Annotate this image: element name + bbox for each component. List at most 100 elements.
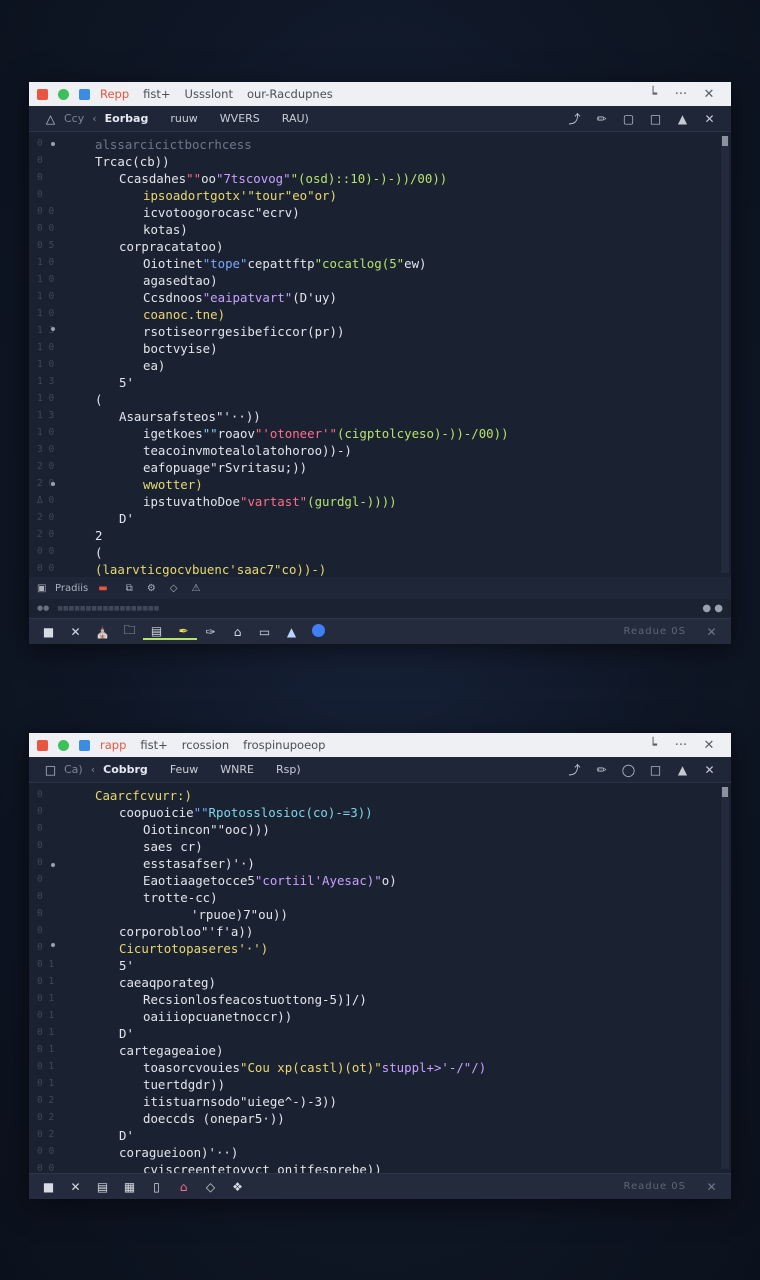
fold-marker-icon[interactable] xyxy=(51,482,55,486)
code-line[interactable]: Cicurtotopaseres'·') xyxy=(119,940,268,957)
code-line[interactable]: toasorcvouies"Cou xp(castl)(ot)"stuppl+>… xyxy=(143,1059,486,1076)
triangle-icon[interactable]: ▲ xyxy=(278,625,305,639)
code-line[interactable]: ( xyxy=(95,544,102,561)
code-line[interactable]: boctvyise) xyxy=(143,340,218,357)
square-icon[interactable]: □ xyxy=(37,763,64,777)
code-line[interactable]: cviscreentetoyvct onitfesprebe)) xyxy=(143,1161,382,1173)
code-line[interactable]: itistuarnsodo"uiege^-)-3)) xyxy=(143,1093,337,1110)
code-line[interactable]: eafopuage"rSvritasu;)) xyxy=(143,459,307,476)
code-line[interactable]: Ccasdahes""oo"7tscovog""(osd)::10)-)-))/… xyxy=(119,170,447,187)
code-line[interactable]: esstasafser)'·) xyxy=(143,855,255,872)
tab-racdupnes[interactable]: our-Racdupnes xyxy=(247,87,333,101)
more-icon[interactable]: ● ● xyxy=(702,603,723,614)
document-icon[interactable]: ▯ xyxy=(143,1180,170,1194)
code-line[interactable]: coopuoicie""Rpotosslosioc(co)-=3)) xyxy=(119,804,373,821)
save-icon[interactable]: ▤ xyxy=(143,624,170,640)
code-line[interactable]: ipsoadortgotx'"tour"eo"or) xyxy=(143,187,337,204)
warning-icon[interactable]: ⚠ xyxy=(191,583,200,594)
code-line[interactable]: Trcac(cb)) xyxy=(95,153,170,170)
code-line[interactable]: igetkoes""roaov"'otoneer'"(cigptolcyeso)… xyxy=(143,425,509,442)
code-line[interactable]: doeccds (onepar5·)) xyxy=(143,1110,285,1127)
code-line[interactable]: teacoinvmotealolatohoroo))-) xyxy=(143,442,352,459)
toolbar-item-rsp[interactable]: Rsp) xyxy=(276,763,301,776)
brush-icon[interactable]: ✏ xyxy=(588,763,615,777)
home-icon[interactable]: ⌂ xyxy=(170,1180,197,1194)
code-line[interactable]: 2 xyxy=(95,527,102,544)
bell-icon[interactable]: ▲ xyxy=(669,763,696,777)
code-line[interactable]: coanoc.tne) xyxy=(143,306,225,323)
fold-marker-icon[interactable] xyxy=(51,943,55,947)
code-line[interactable]: corporobloo"'f'a)) xyxy=(119,923,253,940)
gear-icon[interactable]: ⚙ xyxy=(147,583,156,594)
pen-icon[interactable]: ✒ xyxy=(170,624,197,640)
window-icon[interactable]: ▭ xyxy=(251,625,278,639)
app-red-icon[interactable] xyxy=(37,88,48,100)
tab-fist[interactable]: fist+ xyxy=(143,87,170,101)
close-icon[interactable]: ✕ xyxy=(698,1180,725,1194)
fold-marker-icon[interactable] xyxy=(51,142,55,146)
code-line[interactable]: Recsionlosfeacostuottong-5)]/) xyxy=(143,991,367,1008)
chevron-left-icon[interactable]: ‹ xyxy=(92,112,96,125)
code-line[interactable]: wwotter) xyxy=(143,476,203,493)
close-icon[interactable]: ✕ xyxy=(62,1180,89,1194)
scroll-thumb[interactable] xyxy=(722,136,728,146)
tray-icon[interactable]: ▤ xyxy=(89,1180,116,1194)
code-editor[interactable]: 0 0 0 0 0 0 0 0 0 0 0 1 0 1 0 1 0 1 0 1 0 1 0 1 0 1 0 2 0 2… xyxy=(29,783,731,1173)
code-line[interactable]: kotas) xyxy=(143,221,188,238)
calendar-icon[interactable]: ▦ xyxy=(116,1180,143,1194)
code-line[interactable]: (laarvticgocvbuenc'saac7"co))-) xyxy=(95,561,326,577)
window-icon[interactable]: □ xyxy=(642,763,669,777)
code-line[interactable]: cartegageaioe) xyxy=(119,1042,223,1059)
copy-icon[interactable]: ⧉ xyxy=(126,583,133,594)
stop-icon[interactable]: ■ xyxy=(35,625,62,639)
toolbar-item-eorbag[interactable]: Eorbag xyxy=(105,112,149,125)
toolbar-item-ruuw[interactable]: ruuw xyxy=(170,112,197,125)
stop-icon[interactable]: ■ xyxy=(35,1180,62,1194)
close-icon[interactable]: ✕ xyxy=(62,625,89,639)
code-line[interactable]: Asaursafsteos"'··)) xyxy=(119,408,261,425)
code-line[interactable]: D' xyxy=(119,510,134,527)
arrow-icon[interactable]: ⤴ xyxy=(561,761,588,778)
toolbar-item-wnre[interactable]: WNRE xyxy=(220,763,254,776)
close-icon[interactable]: ✕ xyxy=(695,738,723,753)
code-line[interactable]: D' xyxy=(119,1127,134,1144)
code-line[interactable]: ipstuvathoDoe"vartast"(gurdgl-)))) xyxy=(143,493,397,510)
code-line[interactable]: caeaqporateg) xyxy=(119,974,216,991)
code-line[interactable]: ea) xyxy=(143,357,165,374)
panel-icon[interactable]: ▣ xyxy=(37,583,55,594)
code-line[interactable]: Caarcfcvurr:) xyxy=(95,787,192,804)
fold-marker-icon[interactable] xyxy=(51,863,55,867)
toolbar-item-rau[interactable]: RAU) xyxy=(282,112,309,125)
code-line[interactable]: saes cr) xyxy=(143,838,203,855)
house-icon[interactable]: ⌂ xyxy=(224,625,251,639)
code-line[interactable]: ( xyxy=(95,391,102,408)
close-icon[interactable]: ✕ xyxy=(696,763,723,777)
code-line[interactable]: 'rpuoe)7"ou)) xyxy=(191,906,288,923)
tab-rapp[interactable]: rapp xyxy=(100,738,126,752)
toolbar-item-ca[interactable]: Ca) xyxy=(64,763,83,776)
code-line[interactable]: Ccsdnoos"eaipatvart"(D'uy) xyxy=(143,289,337,306)
code-editor[interactable]: 0 0 0 0 0 0 0 0 0 5 1 0 1 0 1 0 1 0 1 3 1 0 1 0 1 3 1 0… xyxy=(29,132,731,577)
brush-icon[interactable]: ✑ xyxy=(197,625,224,639)
code-line[interactable]: icvotoogorocasc"ecrv) xyxy=(143,204,300,221)
code-line[interactable]: oaiiiopcuanetnoccr)) xyxy=(143,1008,292,1025)
code-line[interactable]: Eaotiaagetocce5"cortiil'Ayesac)"o) xyxy=(143,872,397,889)
code-line[interactable]: 5' xyxy=(119,374,134,391)
tab-fist[interactable]: fist+ xyxy=(140,738,167,752)
tab-frospinupoeop[interactable]: frospinupoeop xyxy=(243,738,325,752)
more-icon[interactable]: ··· xyxy=(667,738,695,753)
close-icon[interactable]: ✕ xyxy=(696,112,723,126)
close-icon[interactable]: ✕ xyxy=(698,625,725,639)
diamond-icon[interactable]: ◇ xyxy=(197,1180,224,1194)
code-line[interactable]: corpracatatoo) xyxy=(119,238,223,255)
toolbar-item-wvers[interactable]: WVERS xyxy=(220,112,260,125)
tag-icon[interactable]: ❖ xyxy=(224,1180,251,1194)
code-line[interactable]: agasedtao) xyxy=(143,272,218,289)
app-green-icon[interactable] xyxy=(58,88,69,100)
chevron-left-icon[interactable]: ‹ xyxy=(91,763,95,776)
square-icon[interactable]: ▢ xyxy=(615,112,642,126)
fold-marker-icon[interactable] xyxy=(51,327,55,331)
toolbar-item-ccy[interactable]: Ccy xyxy=(64,112,84,125)
bell-icon[interactable]: ▲ xyxy=(669,112,696,126)
code-line[interactable]: alssarcicictbocrhcess xyxy=(95,136,252,153)
